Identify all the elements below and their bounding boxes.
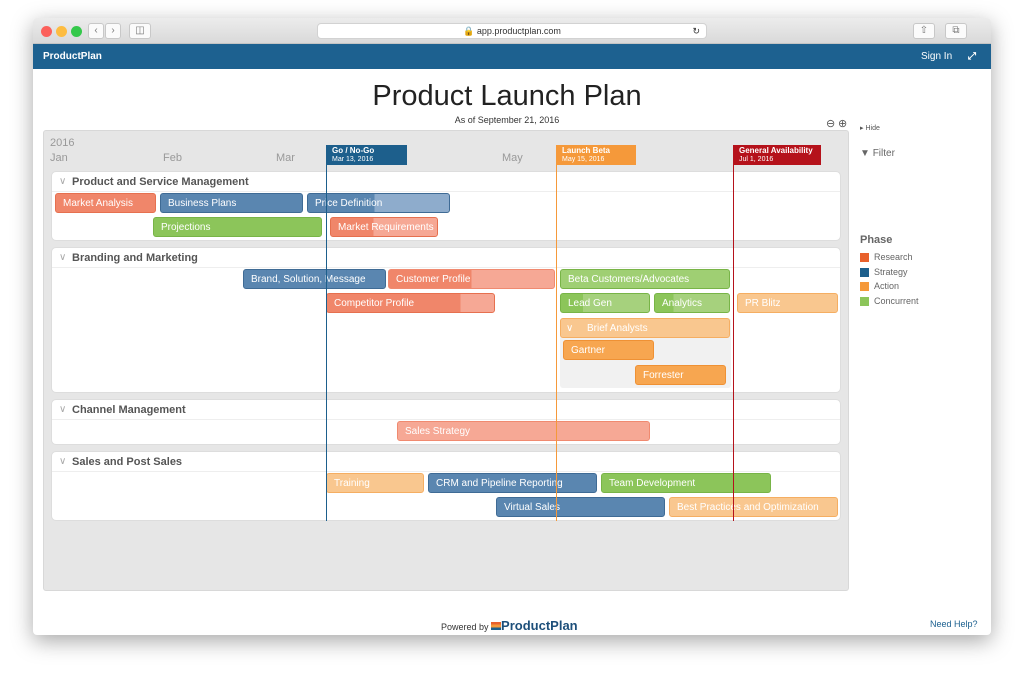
- bar-label: Brief Analysts: [587, 323, 648, 334]
- bar[interactable]: CRM and Pipeline Reporting: [428, 473, 597, 493]
- bar[interactable]: Sales Strategy: [397, 421, 650, 441]
- zoom-in-icon[interactable]: ⊕: [838, 117, 847, 130]
- back-icon[interactable]: ‹: [88, 23, 104, 39]
- milestone-launch-beta[interactable]: Launch Beta May 15, 2016: [556, 145, 636, 165]
- bar[interactable]: Training: [326, 473, 424, 493]
- legend: Research Strategy Action Concurrent: [860, 250, 919, 308]
- bar[interactable]: Team Development: [601, 473, 771, 493]
- milestone-go-no-go[interactable]: Go / No-Go Mar 13, 2016: [326, 145, 407, 165]
- bar[interactable]: Virtual Sales: [496, 497, 665, 517]
- address-bar[interactable]: 🔒 app.productplan.com ↻: [317, 23, 707, 39]
- minimize-window-button[interactable]: [56, 26, 67, 37]
- lane-header[interactable]: Product and Service Management: [52, 172, 840, 192]
- filter-icon: ▼: [860, 148, 870, 159]
- lane-header[interactable]: Branding and Marketing: [52, 248, 840, 268]
- powered-by: Powered by ProductPlan: [441, 618, 578, 633]
- maximize-window-button[interactable]: [71, 26, 82, 37]
- bar[interactable]: Market Analysis: [55, 193, 156, 213]
- bar[interactable]: Best Practices and Optimization: [669, 497, 838, 517]
- close-window-button[interactable]: [41, 26, 52, 37]
- bar[interactable]: PR Blitz: [737, 293, 838, 313]
- month-label: Mar: [276, 152, 295, 164]
- bar[interactable]: Beta Customers/Advocates: [560, 269, 730, 289]
- forward-icon[interactable]: ›: [105, 23, 121, 39]
- share-icon[interactable]: ⇧: [913, 23, 935, 39]
- page-title: Product Launch Plan: [372, 80, 642, 112]
- month-label: Feb: [163, 152, 182, 164]
- reload-icon[interactable]: ↻: [692, 24, 700, 39]
- bar[interactable]: Market Requirements: [330, 217, 438, 237]
- bar[interactable]: Projections: [153, 217, 322, 237]
- lane-header[interactable]: Sales and Post Sales: [52, 452, 840, 472]
- tabs-icon[interactable]: ⧉: [945, 23, 967, 39]
- url-text: app.productplan.com: [476, 26, 561, 36]
- bar[interactable]: Customer Profile: [388, 269, 555, 289]
- sidebar-icon[interactable]: ◫: [129, 23, 151, 39]
- year-label: 2016: [50, 137, 75, 149]
- lock-icon: 🔒: [463, 26, 475, 36]
- legend-item[interactable]: Action: [860, 279, 919, 294]
- milestone-line: [733, 165, 734, 521]
- sign-in-link[interactable]: Sign In: [921, 51, 952, 62]
- need-help-link[interactable]: Need Help?: [930, 619, 978, 629]
- month-label: Jan: [50, 152, 68, 164]
- bar[interactable]: Lead Gen: [560, 293, 650, 313]
- legend-item[interactable]: Research: [860, 250, 919, 265]
- zoom-out-icon[interactable]: ⊖: [826, 117, 835, 130]
- milestone-line: [556, 165, 557, 521]
- bar-brief-analysts[interactable]: ∨ Brief Analysts: [560, 318, 730, 338]
- month-label: May: [502, 152, 523, 164]
- bar[interactable]: Brand, Solution, Message: [243, 269, 386, 289]
- lane-header[interactable]: Channel Management: [52, 400, 840, 420]
- chevron-down-icon[interactable]: ∨: [566, 319, 573, 337]
- brand-logo[interactable]: ProductPlan: [43, 51, 102, 62]
- bar[interactable]: Gartner: [563, 340, 654, 360]
- milestone-line: [326, 165, 327, 521]
- bar[interactable]: Price Definition: [307, 193, 450, 213]
- filter-button[interactable]: ▼ Filter: [860, 148, 895, 159]
- bar[interactable]: Business Plans: [160, 193, 303, 213]
- legend-item[interactable]: Concurrent: [860, 294, 919, 309]
- bar[interactable]: Analytics: [654, 293, 730, 313]
- hide-toggle[interactable]: ▸ Hide: [860, 124, 880, 132]
- productplan-logo-icon: [491, 622, 502, 630]
- browser-toolbar: ‹ › ◫ 🔒 app.productplan.com ↻ ⇧ ⧉: [33, 18, 991, 44]
- legend-title: Phase: [860, 234, 893, 246]
- legend-item[interactable]: Strategy: [860, 265, 919, 280]
- bar[interactable]: Competitor Profile: [326, 293, 495, 313]
- bar[interactable]: Forrester: [635, 365, 726, 385]
- app-header: ProductPlan Sign In ⤢: [33, 44, 991, 69]
- milestone-general-availability[interactable]: General Availability Jul 1, 2016: [733, 145, 821, 165]
- fullscreen-icon[interactable]: ⤢: [968, 51, 976, 62]
